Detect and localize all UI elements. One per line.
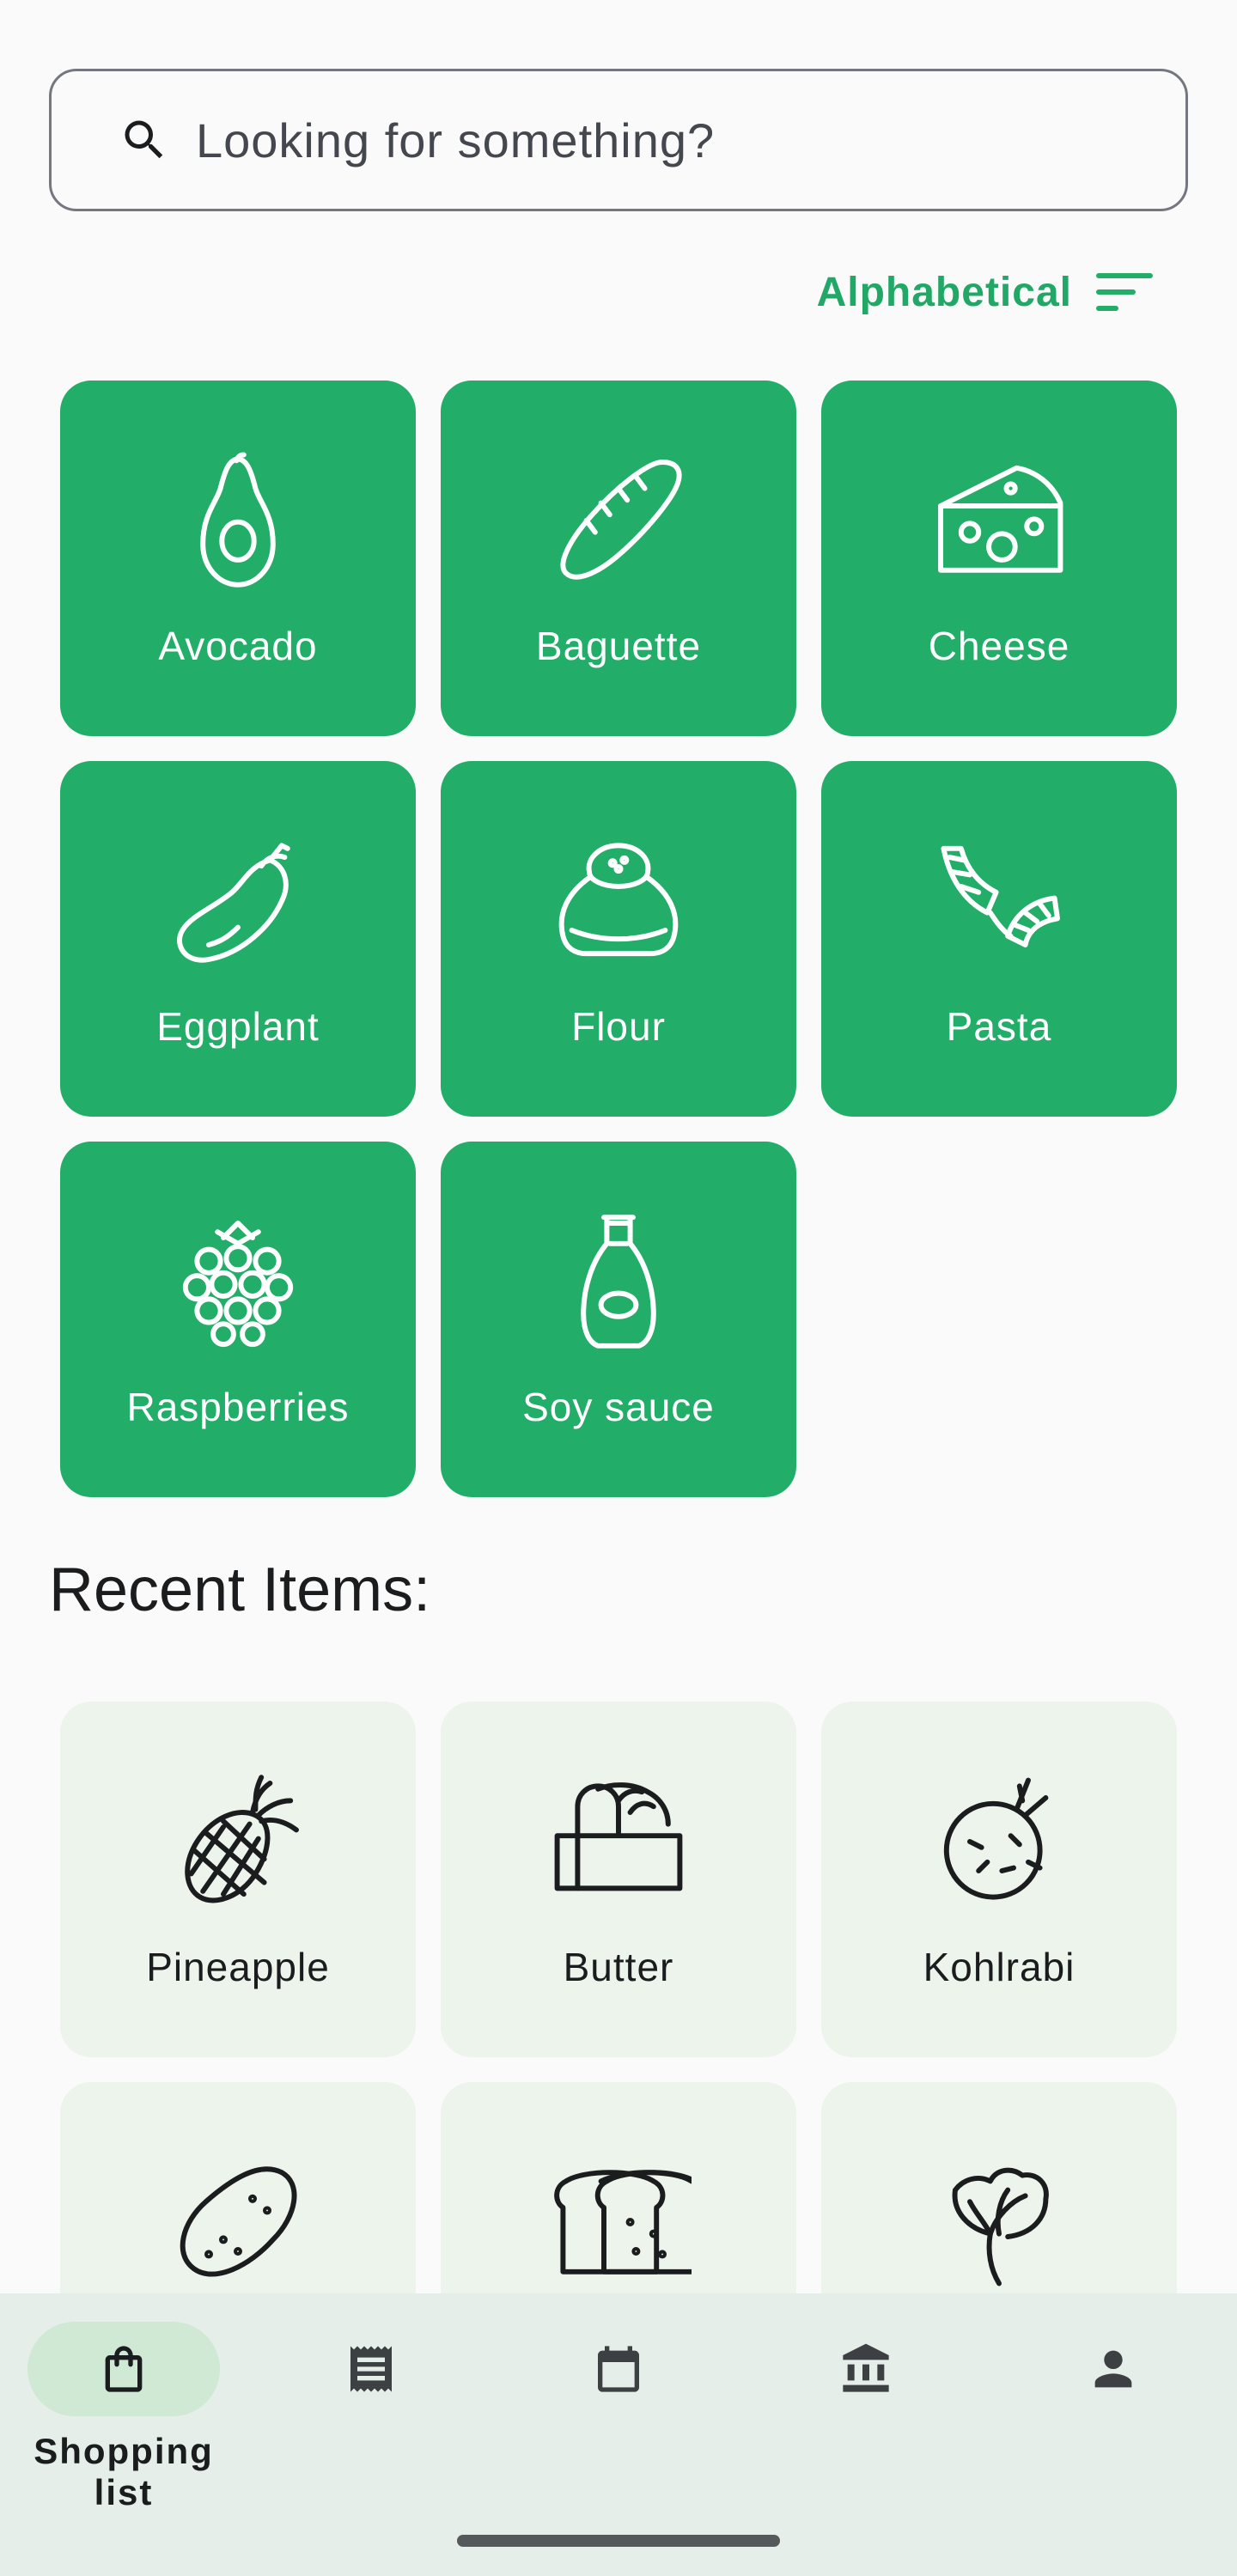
item-tile-eggplant[interactable]: Eggplant: [60, 761, 416, 1117]
sort-button[interactable]: Alphabetical: [817, 262, 1155, 322]
item-tile-soy-sauce[interactable]: Soy sauce: [441, 1142, 796, 1497]
item-label: Raspberries: [126, 1385, 350, 1429]
nav-item-calendar[interactable]: [495, 2293, 742, 2517]
item-label: Pasta: [946, 1004, 1052, 1049]
item-label: Eggplant: [156, 1004, 320, 1049]
baguette-icon: [545, 448, 692, 594]
shopping-screen: Alphabetical Avocado: [0, 0, 1237, 2576]
item-label: Pineapple: [146, 1945, 330, 1989]
nav-item-profile[interactable]: [990, 2293, 1237, 2517]
nav-item-receipts[interactable]: [247, 2293, 495, 2517]
item-tile-baguette[interactable]: Baguette: [441, 381, 796, 736]
potato-icon: [165, 2149, 311, 2295]
item-tile-cheese[interactable]: Cheese: [821, 381, 1177, 736]
sort-icon: [1096, 273, 1153, 311]
person-icon: [1086, 2342, 1141, 2396]
item-label: Baguette: [535, 624, 702, 668]
item-label: Butter: [563, 1945, 674, 1989]
pasta-icon: [926, 828, 1072, 974]
calendar-icon: [591, 2342, 646, 2396]
recent-tile-kohlrabi[interactable]: Kohlrabi: [821, 1702, 1177, 2057]
kohlrabi-icon: [926, 1769, 1072, 1915]
catalog-grid: Avocado Baguette Cheese Eggplant Flour P…: [60, 381, 1177, 1497]
item-label: Avocado: [158, 624, 318, 668]
recent-items-title: Recent Items:: [49, 1556, 431, 1624]
pineapple-icon: [165, 1769, 311, 1915]
bottom-navigation: Shopping list: [0, 2293, 1237, 2576]
bread-icon: [545, 2149, 704, 2295]
item-tile-flour[interactable]: Flour: [441, 761, 796, 1117]
home-indicator[interactable]: [457, 2535, 780, 2547]
shopping-bag-icon: [96, 2342, 151, 2396]
recent-tile-pineapple[interactable]: Pineapple: [60, 1702, 416, 2057]
item-tile-avocado[interactable]: Avocado: [60, 381, 416, 736]
lettuce-icon: [926, 2149, 1072, 2295]
bank-icon: [838, 2342, 893, 2396]
raspberries-icon: [165, 1209, 311, 1355]
nav-item-shopping-list[interactable]: Shopping list: [0, 2293, 247, 2517]
sort-label: Alphabetical: [816, 269, 1072, 315]
cheese-icon: [926, 448, 1072, 594]
nav-item-bank[interactable]: [742, 2293, 990, 2517]
item-label: Flour: [571, 1004, 666, 1049]
receipt-icon: [344, 2342, 399, 2396]
butter-icon: [545, 1769, 692, 1915]
nav-label-shopping-list: Shopping list: [34, 2431, 214, 2512]
item-tile-pasta[interactable]: Pasta: [821, 761, 1177, 1117]
search-bar[interactable]: [49, 69, 1188, 211]
recent-tile-butter[interactable]: Butter: [441, 1702, 796, 2057]
item-tile-raspberries[interactable]: Raspberries: [60, 1142, 416, 1497]
item-label: Cheese: [928, 624, 1070, 668]
search-input[interactable]: [196, 71, 1141, 209]
flour-icon: [545, 828, 692, 974]
eggplant-icon: [165, 828, 311, 974]
soy-sauce-icon: [545, 1209, 692, 1355]
item-label: Soy sauce: [522, 1385, 715, 1429]
item-label: Kohlrabi: [923, 1945, 1076, 1989]
search-icon: [119, 114, 170, 166]
avocado-icon: [165, 448, 311, 594]
